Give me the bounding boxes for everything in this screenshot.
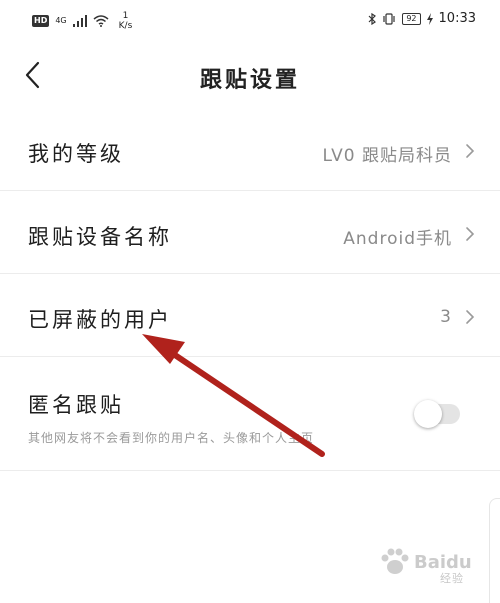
signal-icon	[72, 15, 87, 27]
speed-unit: K/s	[118, 21, 133, 31]
toggle-knob	[414, 400, 442, 428]
anonymous-label: 匿名跟贴	[28, 393, 124, 417]
anonymous-toggle[interactable]	[414, 400, 460, 428]
level-value: LV0 跟贴局科员	[322, 146, 452, 166]
panel-edge	[489, 498, 500, 603]
chevron-right-icon	[466, 310, 475, 324]
page-title: 跟贴设置	[199, 68, 300, 93]
watermark-sub: 经验	[440, 572, 464, 585]
device-name-value: Android手机	[343, 229, 452, 249]
status-right: 92 10:33	[368, 11, 476, 26]
blocked-users-label: 已屏蔽的用户	[28, 308, 172, 332]
anonymous-row: 匿名跟贴 其他网友将不会看到你的用户名、头像和个人主页	[0, 357, 500, 471]
wifi-icon	[93, 15, 109, 27]
paw-logo-icon	[381, 548, 409, 574]
network-type: 4G	[55, 16, 67, 25]
battery-level: 92	[402, 12, 421, 25]
vibrate-icon	[383, 12, 395, 25]
clock: 10:33	[438, 11, 476, 26]
chevron-right-icon	[466, 227, 475, 241]
level-label: 我的等级	[28, 142, 124, 166]
anonymous-description: 其他网友将不会看到你的用户名、头像和个人主页	[28, 431, 315, 445]
charging-icon	[426, 12, 433, 25]
bluetooth-icon	[368, 12, 377, 25]
network-speed: 1 K/s	[119, 11, 133, 31]
speed-value: 1	[122, 11, 129, 21]
hd-badge: HD	[32, 15, 50, 27]
level-row[interactable]: 我的等级 LV0 跟贴局科员	[0, 110, 500, 191]
device-name-row[interactable]: 跟贴设备名称 Android手机	[0, 191, 500, 274]
device-name-label: 跟贴设备名称	[28, 225, 172, 249]
blocked-users-row[interactable]: 已屏蔽的用户 3	[0, 274, 500, 357]
status-left: HD 4G 1 K/s	[32, 11, 132, 31]
chevron-right-icon	[466, 144, 475, 158]
status-bar: HD 4G 1 K/s 92 10:33	[0, 0, 500, 40]
header: 跟贴设置	[0, 50, 500, 100]
blocked-users-count: 3	[440, 307, 452, 327]
